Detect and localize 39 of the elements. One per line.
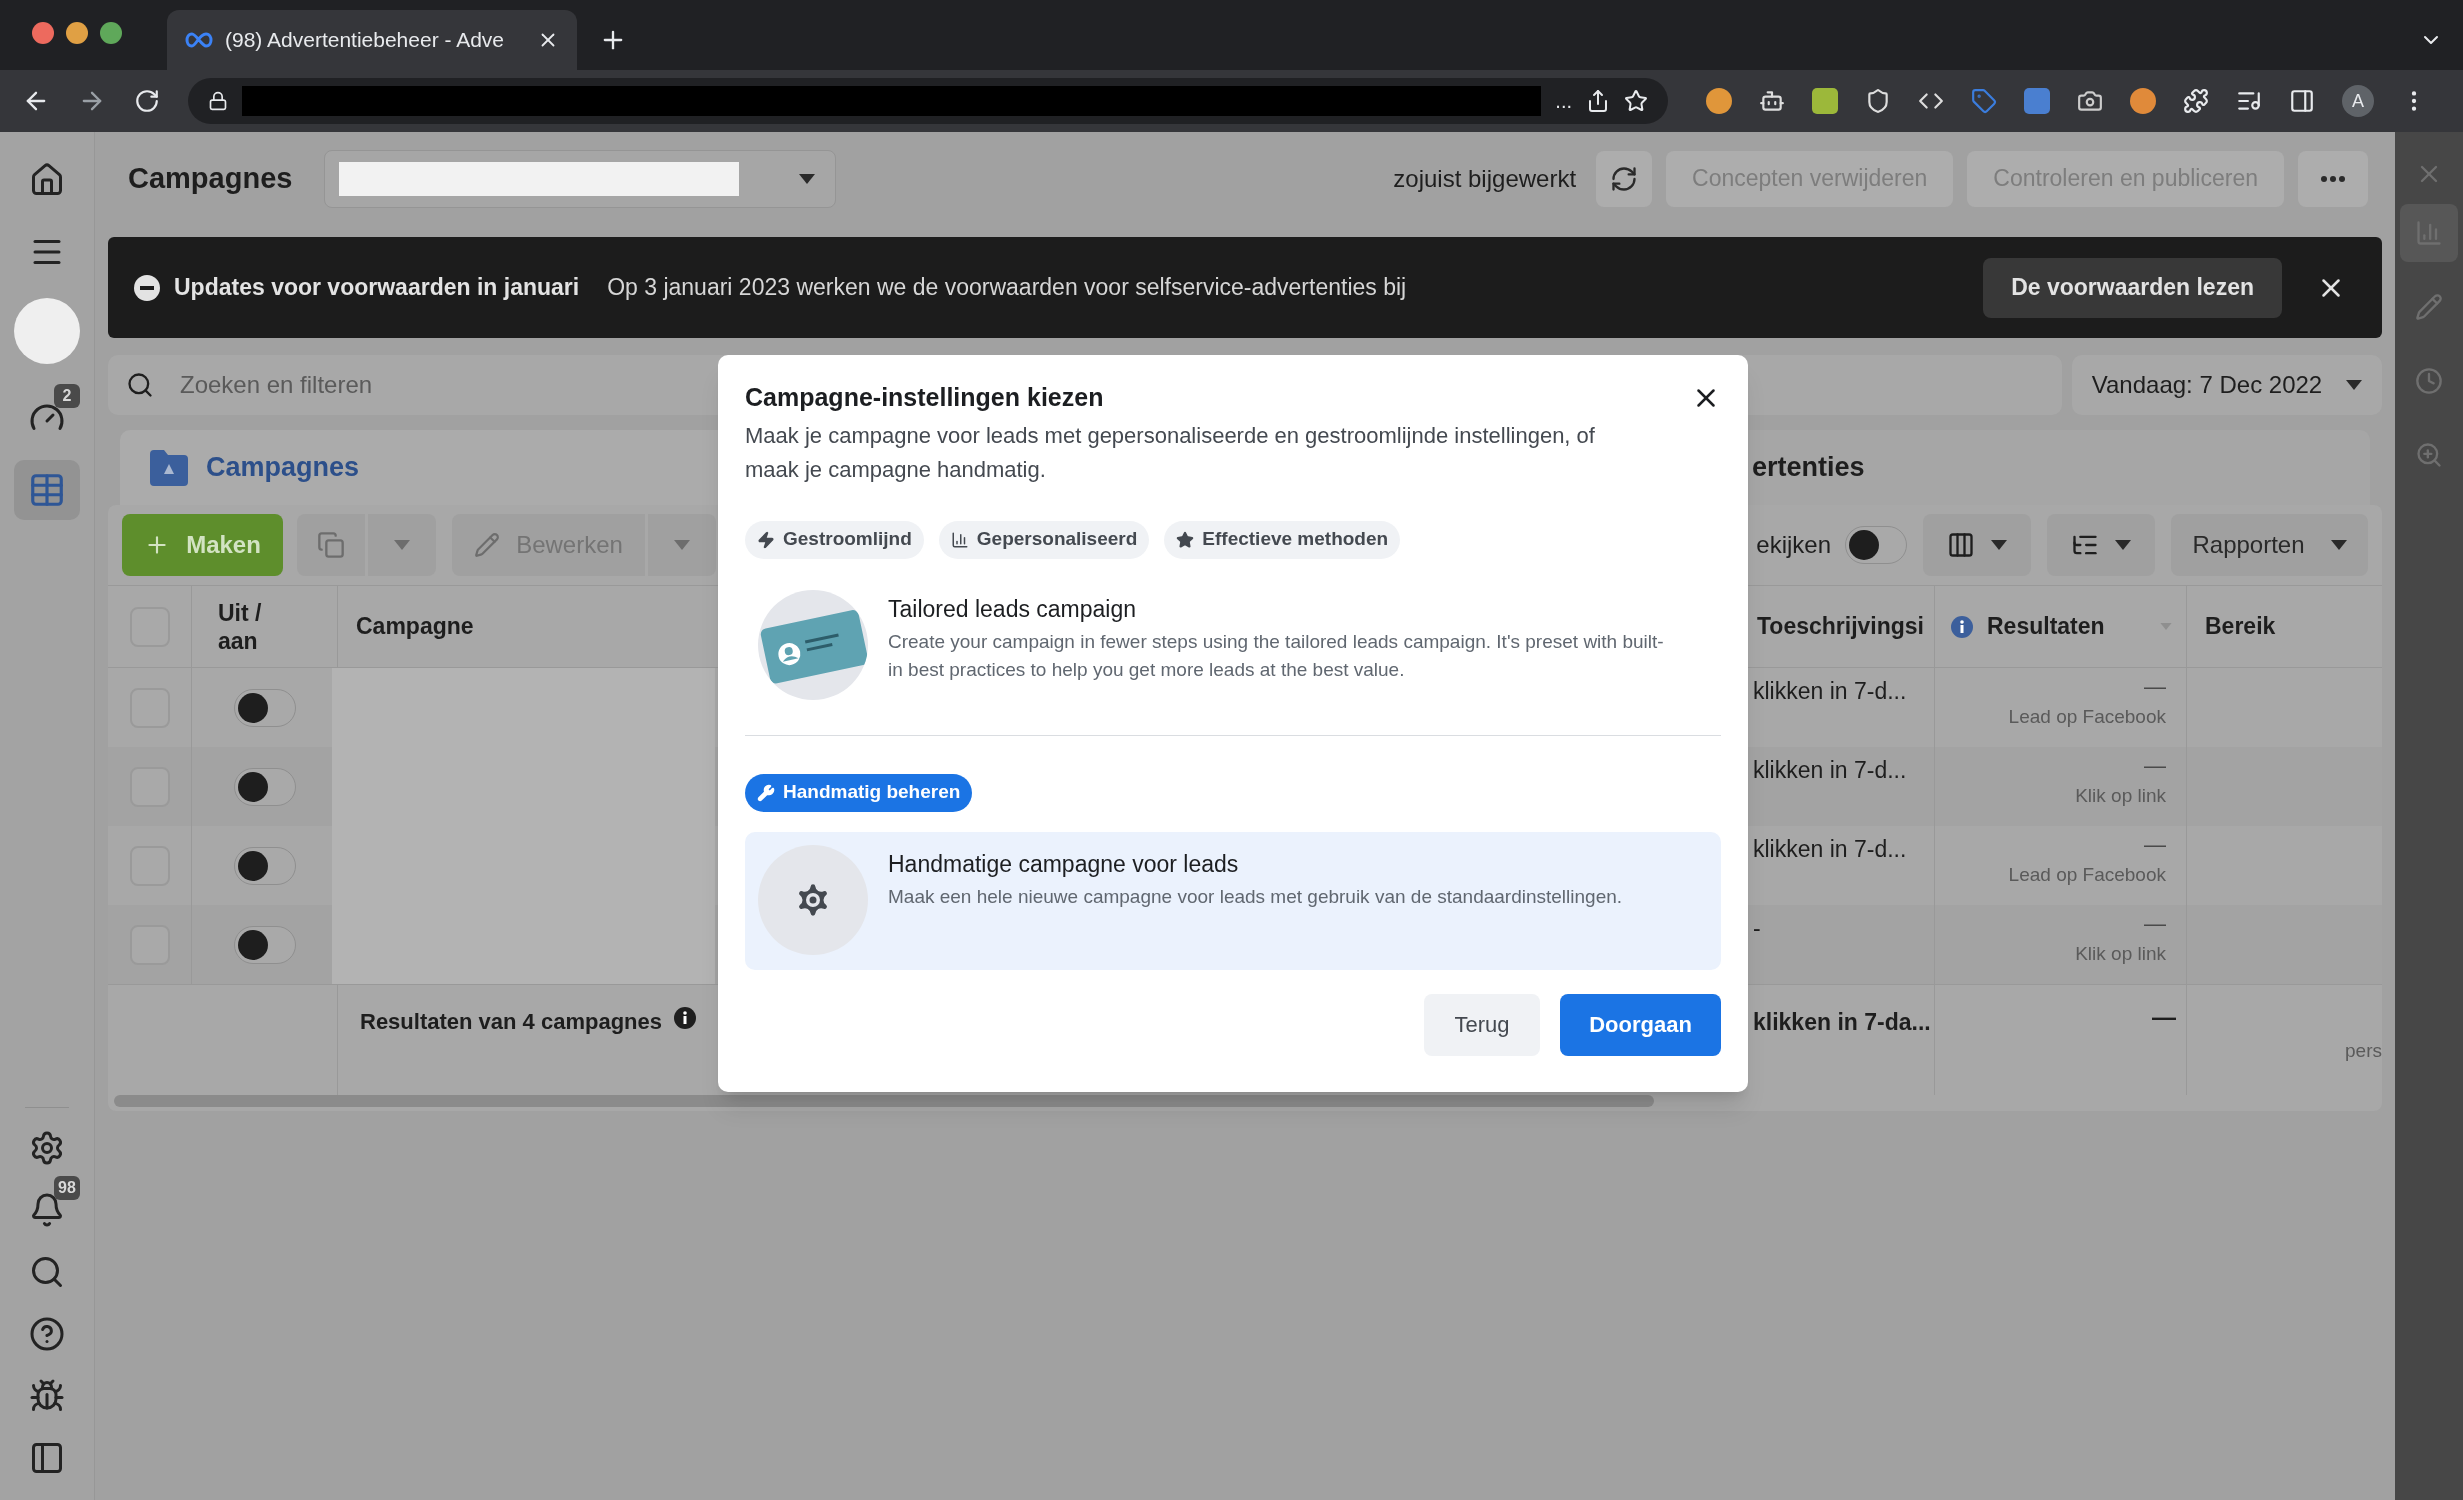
column-header: Resultaten [1987,612,2105,642]
manual-badge: Handmatig beheren [745,773,973,812]
column-header: Toeschrijvingsi [1757,612,1924,642]
table-cell: klikken in 7-da... [1753,1009,1931,1035]
option-title: Handmatige campagne voor leads [888,849,1240,879]
url-overflow: ... [1555,89,1572,114]
table-cell-text: — [2144,673,2166,701]
table-cell: - [1753,915,1761,941]
table-cell: klikken in 7-d... [1753,836,1907,862]
result-type: Klik op link [2075,784,2166,808]
feature-tag: Effectieve methoden [1164,520,1401,559]
column-header: Uit / aan [218,598,263,655]
tab-title: (98) Advertentiebeheer - Adve [225,27,504,54]
option-title: Tailored leads campaign [888,594,1138,624]
result-type: Lead op Facebook [2008,863,2166,887]
table-cell-text: — [2144,910,2166,938]
table-cell: klikken in 7-d... [1753,757,1907,783]
dialog-title: Campagne-instellingen kiezen [745,382,1104,413]
table-cell-text: pers [2345,1038,2382,1063]
notification-badge: 98 [54,1176,80,1200]
table-cell-text: — [2144,831,2166,859]
banner-title: Updates voor voorwaarden in januari [174,273,580,303]
option-description: Create your campaign in fewer steps using the tailored leads campaign. It's preset with built-in best practices to help you get more leads at the best value. [888,630,1665,682]
page-title: Campagnes [128,160,293,196]
column-header: Bereik [2205,612,2276,642]
notification-badge: 2 [54,384,80,408]
table-cell: klikken in 7-d... [1753,678,1907,704]
feature-tag: Gestroomlijnd [745,520,924,559]
column-header: Campagne [356,612,474,642]
view-toggle-label: ekijken [1756,530,1831,560]
table-cell-text: — [2152,1002,2176,1032]
result-type: Lead op Facebook [2008,705,2166,729]
table-cell-text: — [2144,752,2166,780]
result-type: Klik op link [2075,942,2166,966]
banner-text: Op 3 januari 2023 werken we de voorwaarden voor selfservice-advertenties bij [607,273,1407,303]
summary-label: Resultaten van 4 campagnes [360,1008,662,1036]
option-description: Maak een hele nieuwe campagne voor leads met gebruik van de standaardinstellingen. [888,885,1623,909]
feature-tag: Gepersonaliseerd [938,520,1150,559]
update-status: zojuist bijgewerkt [1393,163,1577,194]
